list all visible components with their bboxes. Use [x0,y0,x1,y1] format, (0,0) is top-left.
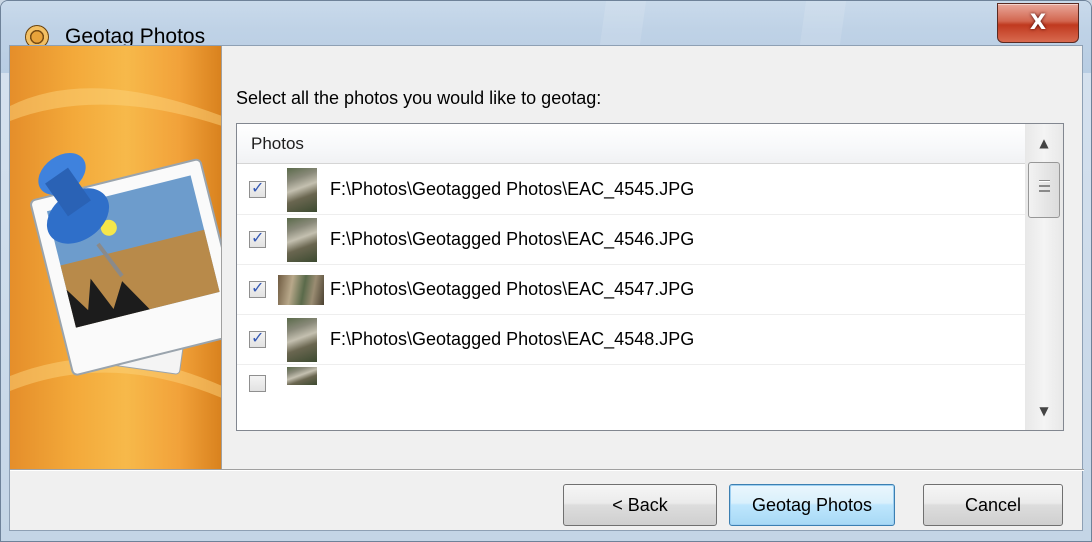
back-button[interactable]: < Back [563,484,717,526]
list-item-partial[interactable] [237,365,1025,392]
list-item[interactable]: F:\Photos\Geotagged Photos\EAC_4546.JPG [237,215,1025,265]
photo-checkbox[interactable] [249,328,266,348]
photo-thumbnail [287,367,317,385]
list-item[interactable]: F:\Photos\Geotagged Photos\EAC_4547.JPG [237,265,1025,315]
photo-thumbnail [278,275,324,305]
list-item[interactable]: F:\Photos\Geotagged Photos\EAC_4545.JPG [237,165,1025,215]
close-icon: X [1029,10,1047,34]
geotag-photos-button[interactable]: Geotag Photos [729,484,895,526]
cancel-button[interactable]: Cancel [923,484,1063,526]
photo-thumbnail [287,168,317,212]
photo-list[interactable]: Photos F:\Photos\Geotagged Photos\EAC_45… [236,123,1064,431]
wizard-banner [10,46,222,469]
photo-path: F:\Photos\Geotagged Photos\EAC_4548.JPG [330,329,695,349]
photo-thumbnail [287,218,317,262]
column-header-photos[interactable]: Photos [237,124,1025,164]
photo-checkbox[interactable] [249,278,266,298]
list-item[interactable]: F:\Photos\Geotagged Photos\EAC_4548.JPG [237,315,1025,365]
photo-checkbox[interactable] [249,228,266,248]
instruction-label: Select all the photos you would like to … [236,88,602,108]
close-button[interactable]: X [997,3,1079,43]
pushpin-photo-illustration [10,88,221,398]
footer-divider [10,469,1084,471]
scroll-down-arrow-icon[interactable]: ▼ [1025,396,1063,426]
photo-path: F:\Photos\Geotagged Photos\EAC_4546.JPG [330,229,695,249]
geotag-dialog: Geotag Photos X Select all the photos yo… [0,0,1092,542]
photo-path: F:\Photos\Geotagged Photos\EAC_4545.JPG [330,179,695,199]
scrollbar-thumb[interactable] [1028,162,1060,218]
photo-checkbox[interactable] [249,178,266,198]
photo-path: F:\Photos\Geotagged Photos\EAC_4547.JPG [330,279,695,299]
photo-thumbnail [287,318,317,362]
grip-icon [1039,180,1050,182]
column-header-label: Photos [251,134,304,153]
scroll-up-arrow-icon[interactable]: ▲ [1025,128,1063,158]
photo-rows: F:\Photos\Geotagged Photos\EAC_4545.JPG … [237,165,1025,392]
dialog-client-area: Select all the photos you would like to … [9,45,1084,531]
vertical-scrollbar[interactable]: ▲ ▼ [1025,124,1063,430]
photo-checkbox[interactable] [249,375,266,392]
